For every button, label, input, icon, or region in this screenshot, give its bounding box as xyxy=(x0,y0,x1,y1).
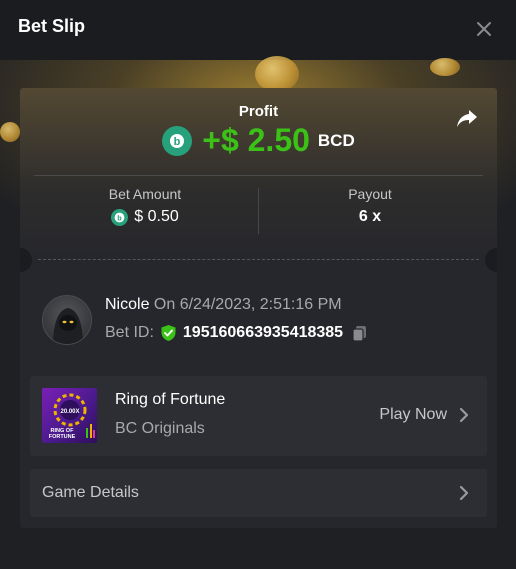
share-button[interactable] xyxy=(455,106,479,130)
game-title: Ring of Fortune xyxy=(115,391,226,408)
profit-value: +$ 2.50 xyxy=(202,122,310,158)
divider xyxy=(258,188,259,234)
bet-amount-value-row: b $ 0.50 xyxy=(35,208,255,226)
play-now-label: Play Now xyxy=(379,406,447,423)
bet-amount-stat: Bet Amount b $ 0.50 xyxy=(35,186,255,226)
game-provider: BC Originals xyxy=(115,420,205,437)
share-icon[interactable] xyxy=(455,106,479,130)
dialog-header: Bet Slip xyxy=(0,0,516,60)
profit-currency: BCD xyxy=(317,130,355,150)
close-button[interactable] xyxy=(470,15,498,43)
profit-label: Profit xyxy=(238,103,279,120)
bet-slip-card: Profit b +$ 2.50 BCD Bet Amount b $ 0.50 xyxy=(20,88,497,528)
payout-label: Payout xyxy=(348,186,392,202)
game-details-label: Game Details xyxy=(42,484,139,501)
bet-amount-value: $ 0.50 xyxy=(134,208,179,225)
decorative-coin-icon xyxy=(255,56,299,92)
profit-row: b +$ 2.50 BCD xyxy=(20,122,497,159)
user-line: Nicole On 6/24/2023, 2:51:16 PM xyxy=(105,296,342,314)
bcd-coin-icon: b xyxy=(162,125,193,156)
game-row[interactable]: 20.00X RING OF FORTUNE Ring of Fortune B… xyxy=(30,376,487,456)
svg-text:FORTUNE: FORTUNE xyxy=(49,434,76,440)
divider xyxy=(34,175,483,176)
hooded-avatar-icon xyxy=(53,308,83,344)
svg-text:b: b xyxy=(118,213,123,222)
payout-stat: Payout 6 x xyxy=(260,186,480,226)
ring-of-fortune-logo-icon: 20.00X RING OF FORTUNE xyxy=(49,393,95,440)
bet-amount-label: Bet Amount xyxy=(108,186,182,202)
bet-id-value: 195160663935418385 xyxy=(182,324,344,341)
game-thumbnail[interactable]: 20.00X RING OF FORTUNE xyxy=(42,388,97,443)
user-name[interactable]: Nicole xyxy=(105,296,149,313)
play-now-button[interactable]: Play Now xyxy=(379,406,469,424)
ticket-notch-right xyxy=(485,248,497,272)
copy-icon[interactable] xyxy=(351,324,369,342)
chevron-right-icon xyxy=(459,407,469,423)
decorative-coin-icon xyxy=(0,122,20,142)
dialog-title: Bet Slip xyxy=(18,16,86,36)
payout-value: 6 x xyxy=(358,208,382,225)
close-icon[interactable] xyxy=(476,21,492,37)
svg-text:b: b xyxy=(174,136,181,148)
decorative-coin-icon xyxy=(430,58,460,76)
bet-id-line: Bet ID: 195160663935418385 xyxy=(105,324,369,342)
chevron-right-icon xyxy=(459,485,469,501)
verified-shield-icon xyxy=(161,325,176,341)
bet-date: On 6/24/2023, 2:51:16 PM xyxy=(153,296,342,313)
bcd-coin-icon: b xyxy=(111,208,129,226)
avatar[interactable] xyxy=(42,295,92,345)
thumb-multiplier: 20.00X xyxy=(60,409,79,415)
game-details-row[interactable]: Game Details xyxy=(30,469,487,517)
bet-id-label: Bet ID: xyxy=(105,324,154,341)
ticket-separator xyxy=(38,259,479,260)
